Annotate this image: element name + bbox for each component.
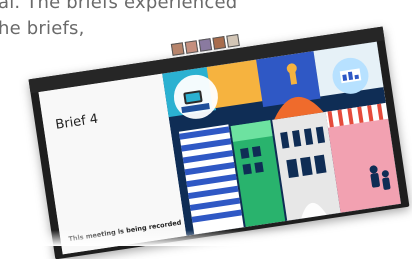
slide-left-panel: Brief 4 This meeting is being recorded xyxy=(38,73,187,255)
slide-title: Brief 4 xyxy=(54,111,100,133)
document-line-1: al. The briefs experienced xyxy=(0,0,238,13)
participant-thumbnail[interactable] xyxy=(170,42,185,56)
document-line-2: he briefs, xyxy=(0,18,85,39)
participant-thumbnail[interactable] xyxy=(198,38,213,52)
city-illustration xyxy=(162,41,401,236)
bottom-fade xyxy=(0,230,412,246)
participant-thumbnail[interactable] xyxy=(184,40,199,54)
meeting-screenshot: Brief 4 This meeting is being recorded xyxy=(28,26,410,259)
participant-thumbnail[interactable] xyxy=(212,36,227,50)
participant-thumbnail[interactable] xyxy=(226,33,240,48)
